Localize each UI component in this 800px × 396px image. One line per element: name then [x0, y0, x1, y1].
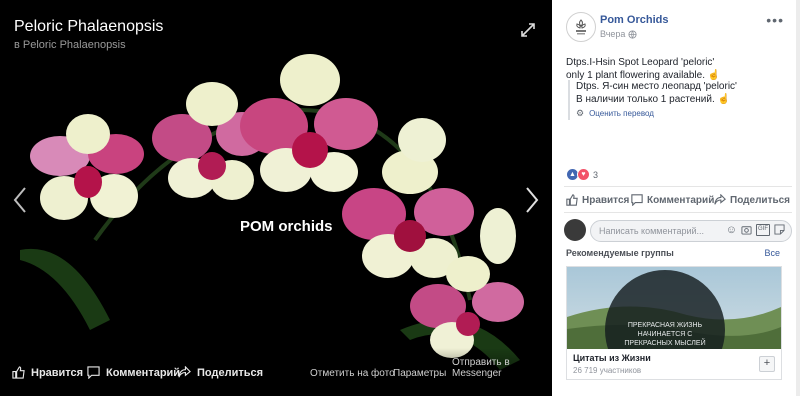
- photo-share-button[interactable]: Поделиться: [178, 366, 263, 379]
- scrollbar[interactable]: [796, 0, 800, 396]
- share-label: Поделиться: [197, 366, 264, 379]
- orchid-flower: [342, 150, 474, 278]
- comment-tools: ☺ GIF: [726, 224, 785, 236]
- group-name[interactable]: Цитаты из Жизни: [573, 353, 651, 363]
- comment-placeholder: Написать комментарий...: [599, 226, 705, 236]
- gif-icon[interactable]: GIF: [756, 224, 770, 236]
- share-label: Поделиться: [730, 194, 791, 206]
- photo-watermark: POM orchids: [240, 218, 333, 235]
- previous-photo-icon[interactable]: [12, 186, 28, 214]
- user-avatar[interactable]: [564, 219, 586, 241]
- orchid-bud: [398, 118, 446, 162]
- group-cover-quote: ПРЕКРАСНАЯ ЖИЗНЬ НАЧИНАЕТСЯ С ПРЕКРАСНЫХ…: [624, 322, 706, 347]
- post-share-button[interactable]: Поделиться: [714, 194, 790, 206]
- orchid-photo: [20, 54, 524, 370]
- like-label: Нравится: [31, 366, 84, 379]
- post-like-button[interactable]: Нравится: [566, 194, 629, 206]
- share-icon: [178, 366, 191, 378]
- translation-line: В наличии только 1 растений.: [576, 94, 715, 105]
- photo-comment-button[interactable]: Комментарий: [87, 366, 180, 379]
- emoji-icon[interactable]: ☺: [726, 224, 737, 236]
- thumbs-up-icon: [12, 366, 25, 379]
- reaction-summary[interactable]: ▲ ♥ 3: [566, 168, 598, 181]
- orchid-flower: [30, 114, 144, 220]
- fullscreen-icon[interactable]: [520, 22, 536, 38]
- send-messenger-link[interactable]: Отправить в Messenger: [452, 357, 552, 379]
- rate-translation-link[interactable]: ⚙ Оценить перевод: [576, 107, 792, 120]
- divider: [564, 186, 792, 187]
- comment-label: Комментарий: [106, 366, 181, 379]
- post-panel: Pom Orchids Вчера ••• Dtps.I-Hsin Spot L…: [556, 0, 800, 396]
- sticker-icon[interactable]: [774, 224, 785, 235]
- album-link[interactable]: в Peloric Phalaenopsis: [14, 39, 126, 51]
- page-name[interactable]: Pom Orchids: [600, 14, 668, 26]
- group-card[interactable]: ПРЕКРАСНАЯ ЖИЗНЬ НАЧИНАЕТСЯ С ПРЕКРАСНЫХ…: [566, 266, 782, 380]
- page-avatar[interactable]: [566, 12, 596, 42]
- join-group-button[interactable]: +: [759, 356, 775, 372]
- see-all-link[interactable]: Все: [764, 248, 780, 258]
- divider: [564, 212, 792, 213]
- camera-icon[interactable]: [741, 224, 752, 235]
- thumbs-up-icon: [566, 194, 578, 206]
- next-photo-icon[interactable]: [524, 186, 540, 214]
- globe-icon: [628, 29, 637, 39]
- post-time: Вчера: [600, 29, 626, 39]
- post-comment-button[interactable]: Комментарий: [631, 194, 714, 206]
- comment-icon: [87, 366, 100, 379]
- photo-viewer: Peloric Phalaenopsis в Peloric Phalaenop…: [0, 0, 552, 396]
- gear-icon: ⚙: [576, 108, 585, 118]
- recommended-groups-title: Рекомендуемые группы: [566, 248, 674, 258]
- love-reaction-icon: ♥: [577, 168, 590, 181]
- share-icon: [714, 194, 726, 205]
- more-options-icon[interactable]: •••: [766, 12, 784, 28]
- group-cover-image[interactable]: ПРЕКРАСНАЯ ЖИЗНЬ НАЧИНАЕТСЯ С ПРЕКРАСНЫХ…: [567, 267, 781, 349]
- comment-input[interactable]: Написать комментарий... ☺ GIF: [590, 220, 792, 242]
- post-timestamp[interactable]: Вчера: [600, 29, 637, 39]
- comment-label: Комментарий: [647, 194, 715, 206]
- tag-photo-link[interactable]: Отметить на фото: [310, 368, 395, 379]
- rate-translation-label: Оценить перевод: [589, 109, 654, 118]
- orchid-flower: [240, 54, 378, 192]
- orchid-bud: [480, 208, 516, 264]
- photo-like-button[interactable]: Нравится: [12, 366, 83, 379]
- point-up-emoji-icon: ☝: [717, 94, 730, 105]
- comment-icon: [631, 194, 643, 206]
- reaction-count: 3: [593, 169, 599, 180]
- pom-orchids-logo: [576, 19, 586, 35]
- like-label: Нравится: [582, 194, 630, 206]
- post-text-line: Dtps.I-Hsin Spot Leopard 'peloric': [566, 57, 715, 68]
- translation-block: Dtps. Я-син место леопард 'peloric' В на…: [568, 80, 792, 120]
- translation-line-with-emoji: В наличии только 1 растений. ☝: [576, 93, 792, 106]
- translation-line: Dtps. Я-син место леопард 'peloric': [576, 81, 737, 92]
- post-text: Dtps.I-Hsin Spot Leopard 'peloric' only …: [566, 56, 792, 82]
- options-link[interactable]: Параметры: [393, 368, 446, 379]
- photo-title[interactable]: Peloric Phalaenopsis: [14, 18, 163, 36]
- group-members: 26 719 участников: [573, 366, 642, 375]
